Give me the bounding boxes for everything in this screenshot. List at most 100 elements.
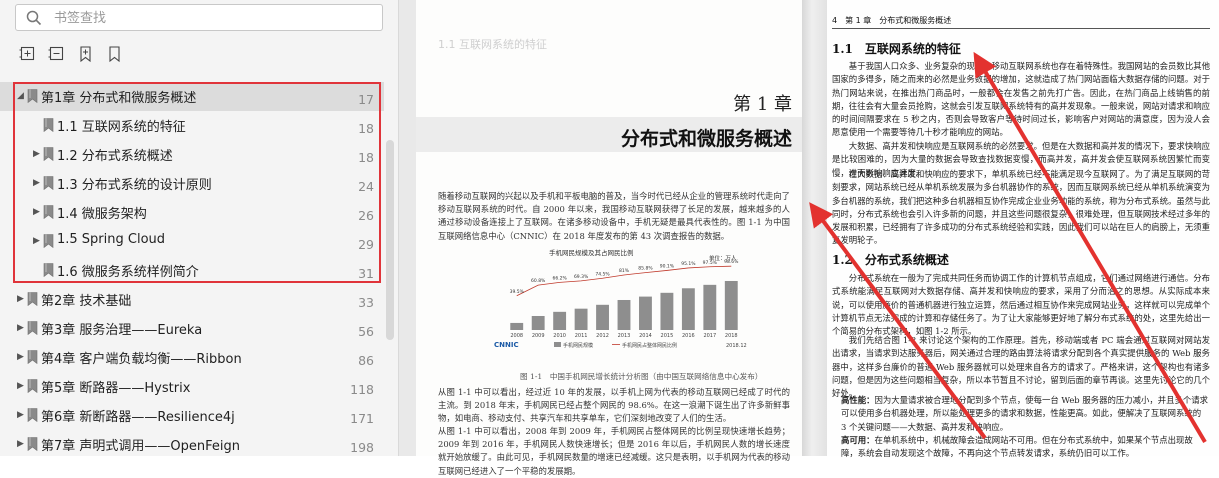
collapsed-arrow-icon[interactable]: ▶ bbox=[17, 351, 25, 363]
chart-date: 2018.12 bbox=[726, 343, 747, 349]
chart-bar bbox=[553, 311, 567, 330]
toc-item[interactable]: ▶ 第4章 客户端负载均衡——Ribbon 86 bbox=[0, 343, 384, 372]
bookmark-icon bbox=[43, 176, 54, 190]
toc-item[interactable]: ▶ 1.5 Spring Cloud 29 bbox=[0, 227, 384, 256]
ratio-data-label: 69.3% bbox=[574, 274, 589, 280]
chart-bar bbox=[660, 292, 674, 330]
toc-item-label: 1.4 微服务架构 bbox=[57, 207, 147, 222]
chart-bar bbox=[724, 280, 738, 330]
bullet1-title: 高性能： bbox=[841, 395, 875, 405]
collapsed-arrow-icon[interactable]: ▶ bbox=[33, 235, 41, 247]
toc-item[interactable]: ▶ 第2章 技术基础 33 bbox=[0, 285, 384, 314]
expand-all-icon[interactable] bbox=[19, 45, 37, 63]
ratio-data-label: 90.1% bbox=[660, 263, 675, 269]
ratio-data-label: 39.5% bbox=[510, 289, 525, 295]
x-tick-label: 2016 bbox=[682, 333, 695, 339]
sidebar-scrollbar[interactable] bbox=[386, 140, 394, 340]
toc-item-label: 1.6 微服务系统样例简介 bbox=[57, 265, 199, 280]
collapsed-arrow-icon[interactable]: ▶ bbox=[17, 409, 25, 421]
toc-item[interactable]: ◢ 第1章 分布式和微服务概述 17 bbox=[0, 82, 384, 111]
collapsed-arrow-icon[interactable]: ▶ bbox=[17, 380, 25, 392]
legend-swatch-bars bbox=[554, 342, 561, 347]
section1-paragraph-1: 基于我国人口众多、业务复杂的现状，移动互联网系统也存在着特殊性。我国网站的会员数… bbox=[832, 61, 1210, 138]
toc-item-page: 26 bbox=[358, 208, 374, 223]
ratio-data-label: 97.5% bbox=[703, 260, 718, 266]
section-heading-1-1: 1.1 互联网系统的特征 bbox=[832, 42, 961, 56]
left-paragraph-2: 从图 1-1 中可以看出，经过近 10 年的发展，以手机上网为代表的移动互联网已… bbox=[438, 387, 790, 424]
chart-bar bbox=[703, 284, 717, 330]
bookmark-search-input[interactable] bbox=[52, 8, 376, 29]
toc-item[interactable]: ▶ 1.4 微服务架构 26 bbox=[0, 198, 384, 227]
expanded-arrow-icon[interactable]: ◢ bbox=[17, 90, 25, 102]
left-paragraph-3: 从图 1-1 中可以看出，2008 年到 2009 年，手机网民占整体网民的比例… bbox=[438, 426, 790, 476]
collapsed-arrow-icon[interactable]: ▶ bbox=[17, 322, 25, 334]
toc-item[interactable]: 1.6 微服务系统样例简介 31 bbox=[0, 256, 384, 285]
bookmark-icon bbox=[27, 379, 38, 393]
toc-item[interactable]: ▶ 第3章 服务治理——Eureka 56 bbox=[0, 314, 384, 343]
chart-bar bbox=[510, 322, 524, 330]
section-heading-1-2: 1.2 分布式系统概述 bbox=[832, 253, 949, 267]
chart-bar bbox=[574, 308, 588, 330]
ratio-data-label: 85.8% bbox=[638, 266, 653, 272]
toc-item-label: 1.1 互联网系统的特征 bbox=[57, 120, 186, 135]
legend-line-label: 手机网民占整体网民比例 bbox=[622, 342, 677, 349]
toc-item-label: 1.5 Spring Cloud bbox=[57, 232, 166, 247]
collapsed-arrow-icon[interactable]: ▶ bbox=[17, 293, 25, 305]
chart-bar bbox=[639, 296, 652, 330]
collapsed-arrow-icon[interactable]: ▶ bbox=[33, 148, 41, 160]
toc-item-label: 第3章 服务治理——Eureka bbox=[41, 323, 203, 338]
bookmark-sidebar: ◢ 第1章 分布式和微服务概述 17 1.1 互联网系统的特征 18 ▶ 1.2 分布式系统… bbox=[0, 0, 399, 456]
figure-caption: 图 1-1 中国手机网民增长统计分析图（由中国互联网络信息中心发布） bbox=[520, 372, 763, 381]
x-tick-label: 2012 bbox=[596, 333, 609, 339]
x-tick-label: 2017 bbox=[703, 333, 716, 339]
bookmark-icon bbox=[27, 437, 38, 451]
collapse-all-icon[interactable] bbox=[48, 45, 66, 63]
bookmark-icon bbox=[27, 321, 38, 335]
toc-item[interactable]: 1.1 互联网系统的特征 18 bbox=[0, 111, 384, 140]
bookmark-icon bbox=[43, 147, 54, 161]
section2-paragraph-1: 分布式系统在一般为了完成共同任务而协调工作的计算机节点组成，它们通过网络进行通信… bbox=[832, 273, 1210, 337]
faded-heading: 1.1 互联网系统的特征 bbox=[438, 38, 547, 51]
left-page: 1.1 互联网系统的特征 第 1 章 分布式和微服务概述 随着移动互联网的兴起以… bbox=[416, 0, 802, 476]
bullet2-text: 在单机系统中，机械故障会造成网站不可用。但在分布式系统中，如果某个节点出现故障，… bbox=[841, 435, 1193, 459]
toc-item-page: 24 bbox=[358, 179, 374, 194]
x-tick-label: 2018 bbox=[725, 333, 738, 339]
bullet-high-performance: 高性能：因为大量请求被合理地分配到多个节点，使每一台 Web 服务器的压力减小，… bbox=[841, 394, 1209, 434]
intro-paragraph: 随着移动互联网的兴起以及手机和平板电脑的普及，当今时代已经从企业的管理系统时代走… bbox=[438, 191, 790, 241]
running-header: 4 第 1 章 分布式和微服务概述 bbox=[832, 16, 952, 25]
bullet2-title: 高可用： bbox=[841, 435, 875, 445]
legend-bars-label: 手机网民规模 bbox=[563, 342, 593, 349]
toc-item-page: 198 bbox=[350, 440, 374, 455]
page-gutter bbox=[802, 0, 827, 456]
chapter-number: 第 1 章 bbox=[733, 94, 792, 115]
chapter-title: 分布式和微服务概述 bbox=[620, 128, 792, 150]
bookmark-icon bbox=[43, 234, 54, 248]
section2-paragraph-2: 我们先结合图 1-2 来讨论这个架构的工作原理。首先，移动端或者 PC 端会通过… bbox=[832, 335, 1210, 399]
bookmark-icon bbox=[43, 118, 54, 132]
collapsed-arrow-icon[interactable]: ▶ bbox=[33, 177, 41, 189]
toc-item-page: 86 bbox=[358, 353, 374, 368]
bookmark-icon[interactable] bbox=[106, 45, 124, 63]
bookmark-search-box[interactable] bbox=[15, 4, 383, 31]
toc-item[interactable]: ▶ 第6章 新断路器——Resilience4j 171 bbox=[0, 401, 384, 430]
x-tick-label: 2009 bbox=[532, 333, 545, 339]
x-tick-label: 2013 bbox=[618, 333, 631, 339]
toc-item[interactable]: ▶ 1.2 分布式系统概述 18 bbox=[0, 140, 384, 169]
chart-bars bbox=[510, 280, 738, 330]
toc-item[interactable]: ▶ 第5章 断路器——Hystrix 118 bbox=[0, 372, 384, 401]
ratio-data-label: 98.6% bbox=[724, 259, 739, 265]
toc-item-page: 18 bbox=[358, 121, 374, 136]
ratio-data-label: 95.1% bbox=[681, 261, 696, 267]
ratio-data-label: 74.5% bbox=[595, 271, 610, 277]
collapsed-arrow-icon[interactable]: ▶ bbox=[33, 206, 41, 218]
toc-item-page: 118 bbox=[350, 382, 374, 397]
chart-logo: CNNIC bbox=[494, 341, 519, 349]
toc-item[interactable]: ▶ 1.3 分布式系统的设计原则 24 bbox=[0, 169, 384, 198]
toc-item[interactable]: ▶ 第7章 声明式调用——OpenFeign 198 bbox=[0, 430, 384, 456]
document-viewer[interactable]: 1.1 互联网系统的特征 第 1 章 分布式和微服务概述 随着移动互联网的兴起以… bbox=[399, 0, 1219, 476]
bookmark-icon bbox=[27, 350, 38, 364]
collapsed-arrow-icon[interactable]: ▶ bbox=[17, 438, 25, 450]
chart-bar bbox=[681, 288, 695, 330]
add-bookmark-icon[interactable] bbox=[77, 45, 95, 63]
toc-item-label: 1.3 分布式系统的设计原则 bbox=[57, 178, 212, 193]
